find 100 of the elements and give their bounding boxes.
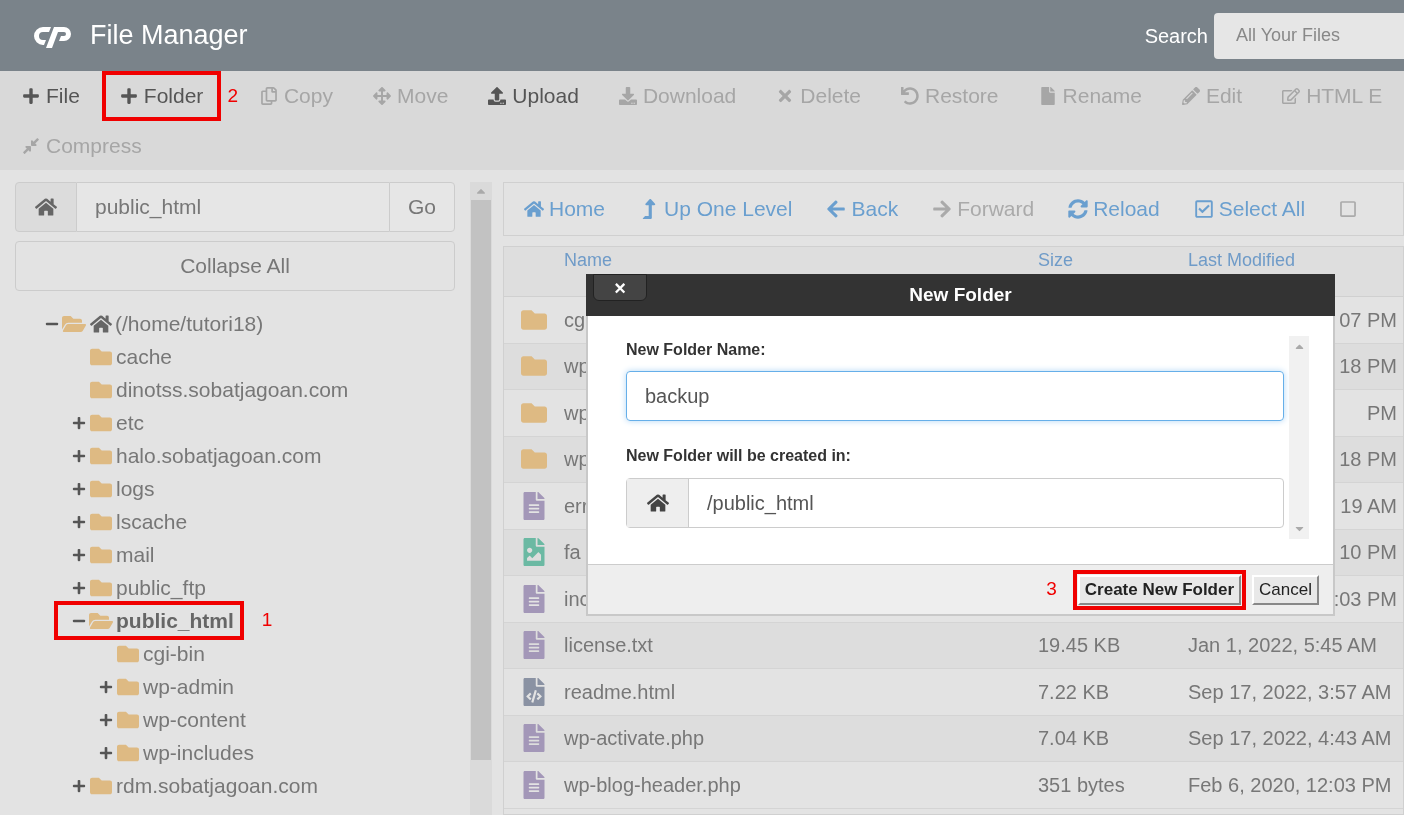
toolbar-button[interactable]: File — [4, 71, 98, 121]
tree-item[interactable]: logs — [116, 472, 155, 505]
nav-button[interactable]: Reload — [1068, 193, 1160, 225]
file-size: 7.04 KB — [1038, 726, 1111, 752]
expand-icon[interactable] — [72, 415, 86, 430]
expand-icon[interactable] — [72, 580, 86, 595]
plus-icon — [119, 87, 138, 105]
tree-item[interactable]: etc — [116, 406, 144, 439]
tree-item[interactable]: cache — [116, 340, 173, 373]
right-arrow-icon — [932, 199, 953, 219]
expand-icon[interactable] — [72, 547, 86, 562]
document-icon — [521, 770, 547, 799]
document-icon — [521, 631, 547, 660]
modified-date: 18 PM — [1339, 447, 1397, 473]
home-icon — [646, 493, 669, 513]
modified-date: Sep 17, 2022, 3:57 AM — [1188, 679, 1393, 705]
step-number: 3 — [1046, 577, 1057, 602]
modified-date: PM — [1367, 400, 1397, 426]
toolbar-button[interactable]: Upload — [470, 71, 597, 121]
left-arrow-icon — [826, 199, 847, 219]
modified-date: 19 AM — [1340, 493, 1397, 519]
file-name[interactable]: license.txt — [564, 630, 1038, 661]
column-header[interactable]: Name — [564, 250, 1038, 270]
toolbar-button[interactable]: Folder — [101, 71, 222, 121]
folder-name-field[interactable]: backup — [626, 371, 1284, 421]
expand-icon[interactable] — [72, 778, 86, 793]
copy-icon — [259, 87, 278, 105]
tree-item[interactable]: dinotss.sobatjagoan.com — [116, 373, 349, 406]
dialog-title: New Folder — [909, 282, 1012, 307]
modified-date: Jan 1, 2022, 5:45 AM — [1188, 633, 1379, 659]
tree-item[interactable]: lscache — [116, 505, 188, 538]
search-field[interactable]: All Your Files — [1214, 12, 1404, 59]
field-label: New Folder Name: — [626, 340, 767, 360]
collapse-all-button[interactable]: Collapse All — [15, 241, 455, 291]
modified-date: :03 PM — [1333, 586, 1397, 612]
close-button[interactable]: × — [593, 274, 647, 301]
document-icon — [521, 724, 547, 753]
app-title: File Manager — [90, 19, 248, 53]
pencil-icon — [1181, 87, 1200, 105]
modified-date: Sep 17, 2022, 4:43 AM — [1188, 726, 1393, 752]
compress-icon — [22, 137, 40, 155]
home-icon — [90, 313, 112, 334]
file-size: 19.45 KB — [1038, 633, 1122, 659]
move-arrows-icon — [373, 87, 391, 105]
file-name[interactable]: wp-activate.php — [564, 723, 1038, 754]
file-name[interactable]: readme.html — [564, 676, 1038, 707]
upload-icon — [488, 87, 507, 105]
tree-item[interactable]: wp-admin — [143, 670, 235, 703]
nav-button[interactable]: Home — [524, 193, 606, 225]
file-name[interactable]: wp-blog-header.php — [564, 769, 1038, 800]
column-header[interactable]: Size — [1038, 250, 1188, 270]
expand-icon[interactable] — [72, 481, 86, 496]
modified-date: 18 PM — [1339, 354, 1397, 380]
step-number: 1 — [261, 608, 273, 633]
dialog-button[interactable]: Cancel — [1252, 574, 1319, 605]
column-header[interactable]: Last Modified — [1188, 250, 1403, 270]
expand-icon[interactable] — [72, 448, 86, 463]
home-icon — [524, 199, 544, 219]
tree-item[interactable]: cgi-bin — [143, 637, 205, 670]
edit-icon — [1282, 87, 1301, 105]
step-number: 2 — [227, 83, 238, 108]
modified-date: Feb 6, 2020, 12:03 PM — [1188, 772, 1393, 798]
tree-item[interactable]: public_ftp — [116, 571, 206, 604]
field-label: New Folder will be created in: — [626, 446, 852, 466]
tree-item[interactable]: wp-content — [143, 703, 246, 736]
dialog-button[interactable]: Create New Folder — [1077, 574, 1242, 605]
nav-button[interactable]: Up One Level — [639, 193, 793, 225]
tree-item[interactable]: public_html — [116, 604, 234, 637]
modified-date: 10 PM — [1339, 540, 1397, 566]
nav-button[interactable]: Back — [826, 193, 899, 225]
file-size: 351 bytes — [1038, 772, 1126, 798]
document-icon — [521, 584, 547, 613]
go-button[interactable]: Go — [389, 182, 455, 232]
location-field[interactable]: /public_html — [626, 478, 1284, 528]
scrollbar-thumb[interactable] — [471, 200, 491, 760]
tree-item[interactable]: rdm.sobatjagoan.com — [116, 769, 318, 802]
search-label: Search — [1144, 23, 1208, 49]
expand-icon[interactable] — [99, 712, 113, 727]
expand-icon[interactable] — [72, 514, 86, 529]
reload-icon — [1068, 199, 1089, 219]
expand-icon[interactable] — [99, 745, 113, 760]
undo-icon — [901, 87, 919, 105]
code-file-icon — [521, 677, 547, 706]
expand-icon[interactable] — [99, 679, 113, 694]
modified-date: 07 PM — [1339, 307, 1397, 333]
file-size: 7.22 KB — [1038, 679, 1111, 705]
home-icon — [35, 197, 57, 217]
tree-item[interactable]: (/home/tutori18) — [115, 307, 264, 340]
plus-icon — [22, 87, 40, 105]
location-value: /public_html — [706, 491, 814, 517]
path-field[interactable]: public_html — [77, 182, 389, 232]
tree-item[interactable]: mail — [116, 538, 155, 571]
download-icon — [618, 87, 637, 105]
file-icon — [1038, 87, 1057, 105]
tree-item[interactable]: halo.sobatjagoan.com — [116, 439, 322, 472]
checkbox-icon[interactable] — [1339, 200, 1358, 218]
nav-button[interactable]: Select All — [1193, 193, 1306, 225]
image-file-icon — [521, 538, 547, 567]
tree-item[interactable]: wp-includes — [143, 736, 254, 769]
document-icon — [521, 491, 547, 520]
